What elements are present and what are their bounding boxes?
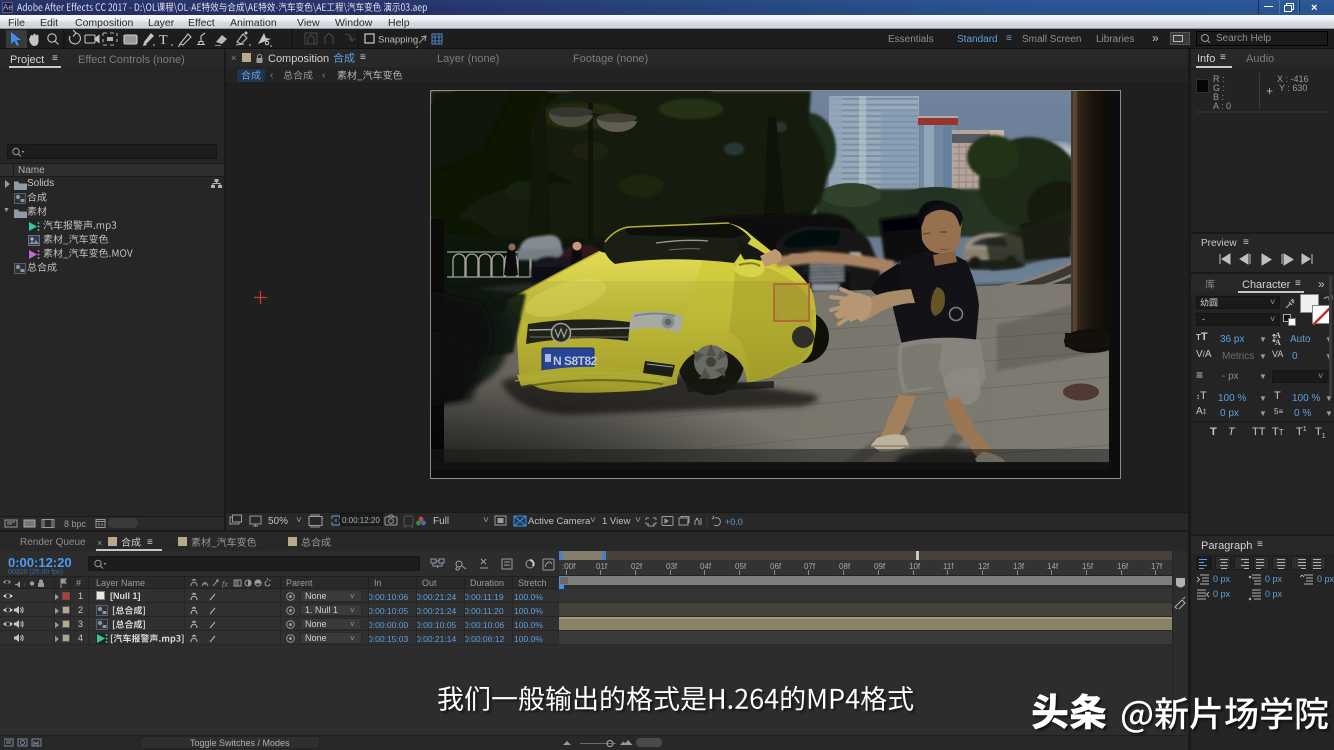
svg-text:Snapping: Snapping xyxy=(378,35,418,46)
svg-text:fx: fx xyxy=(222,580,228,589)
svg-text:A: A xyxy=(1275,338,1281,345)
svg-text:+0.0: +0.0 xyxy=(725,517,743,527)
svg-text:T: T xyxy=(159,33,168,48)
svg-text:8 bpc: 8 bpc xyxy=(64,519,87,529)
